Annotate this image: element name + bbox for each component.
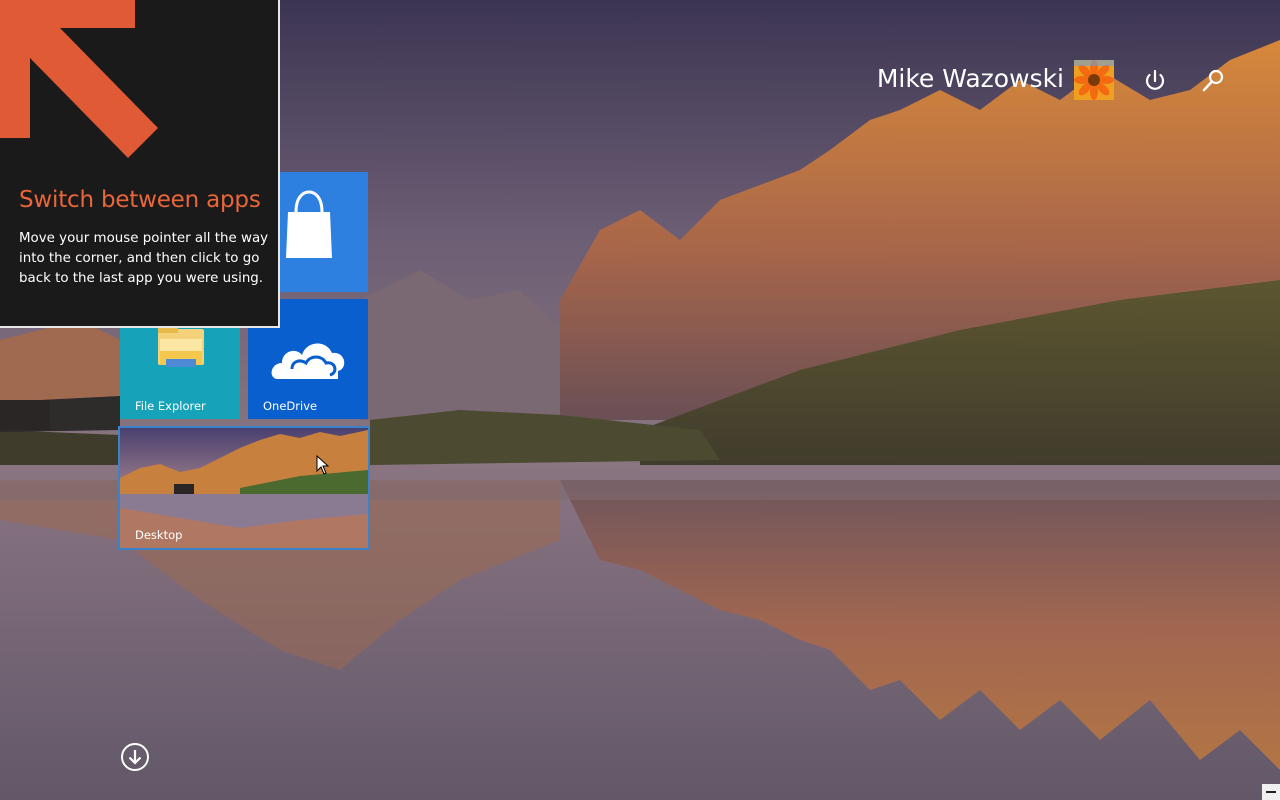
search-button[interactable] xyxy=(1198,66,1228,96)
minimize-corner[interactable] xyxy=(1262,784,1280,800)
mouse-cursor-icon xyxy=(316,455,330,475)
start-screen: are File Explorer OneDrive xyxy=(0,0,1280,800)
tip-body: Move your mouse pointer all the way into… xyxy=(19,231,269,286)
tip-card: Switch between apps Move your mouse poin… xyxy=(0,0,280,328)
power-icon xyxy=(1145,69,1165,90)
user-name[interactable]: Mike Wazowski xyxy=(877,64,1064,93)
power-button[interactable] xyxy=(1140,66,1170,96)
tile-onedrive-label: OneDrive xyxy=(263,399,318,413)
arrow-down-circle-icon xyxy=(121,743,149,771)
all-apps-button[interactable] xyxy=(120,742,150,772)
user-avatar[interactable] xyxy=(1074,60,1114,100)
tile-desktop-label: Desktop xyxy=(135,528,183,542)
user-avatar-flower-icon xyxy=(1074,60,1114,100)
search-icon xyxy=(1202,69,1224,92)
tile-desktop[interactable]: Desktop xyxy=(118,426,370,550)
tip-title: Switch between apps xyxy=(19,187,261,213)
tile-file-explorer-label: File Explorer xyxy=(135,399,206,413)
arrow-up-left-icon xyxy=(0,0,158,158)
